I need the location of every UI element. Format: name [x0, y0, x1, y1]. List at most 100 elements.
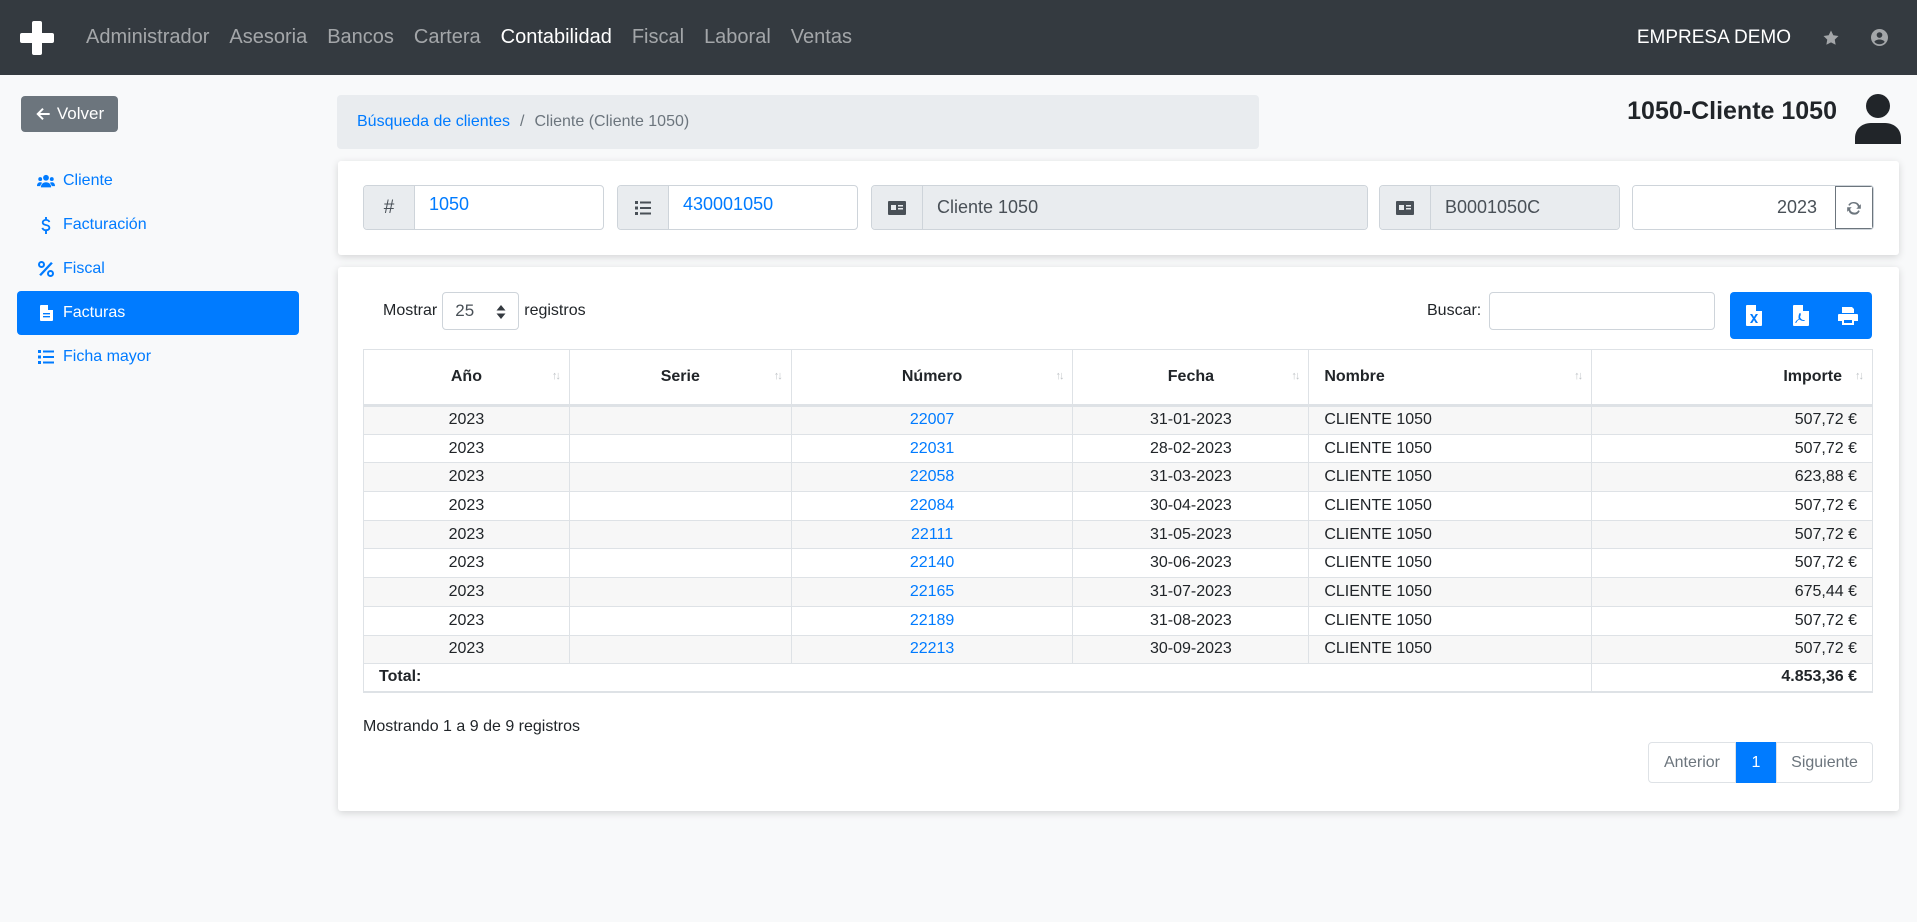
sidebar-item-facturas[interactable]: Facturas	[17, 291, 299, 335]
cell-number-link[interactable]: 22111	[790, 519, 1074, 550]
column-header-series[interactable]: Serie ↑↓	[568, 349, 792, 407]
cell-number-link[interactable]: 22140	[790, 548, 1074, 579]
cell-number-link[interactable]: 22031	[790, 433, 1074, 464]
page-size-select[interactable]: 25	[442, 292, 520, 330]
sidebar-item-cliente[interactable]: Cliente	[17, 159, 299, 203]
nav-link-cartera[interactable]: Cartera	[414, 26, 481, 49]
client-code-group: # 1050	[363, 185, 604, 230]
sidebar-item-fiscal[interactable]: Fiscal	[17, 247, 299, 291]
cell-date: 30-04-2023	[1072, 491, 1310, 521]
page-size-value: 25	[455, 301, 475, 320]
sort-icon: ↑↓	[1855, 370, 1864, 382]
column-header-number[interactable]: Número ↑↓	[790, 349, 1074, 407]
table-search: Buscar:	[1427, 292, 1716, 330]
sidebar-item-ficha-mayor[interactable]: Ficha mayor	[17, 335, 299, 379]
page-length-control: Mostrar 25 registros	[383, 292, 586, 330]
pagination-page-button[interactable]: 1	[1736, 742, 1776, 783]
search-input[interactable]	[1489, 292, 1716, 330]
breadcrumb: Búsqueda de clientes / Cliente (Cliente …	[337, 95, 1259, 149]
nav-link-ventas[interactable]: Ventas	[791, 26, 852, 49]
users-icon	[37, 173, 55, 189]
export-button-group	[1730, 292, 1872, 339]
table-row: 2023 22165 31-07-2023 CLIENTE 1050 675,44 €	[363, 577, 1873, 607]
cell-amount: 507,72 €	[1591, 405, 1873, 435]
cell-amount: 675,44 €	[1591, 577, 1873, 607]
table-row: 2023 22084 30-04-2023 CLIENTE 1050 507,72 €	[363, 491, 1873, 521]
pagination-next-button[interactable]: Siguiente	[1776, 742, 1873, 783]
user-circle-icon[interactable]	[1869, 28, 1889, 48]
nav-link-fiscal[interactable]: Fiscal	[632, 26, 684, 49]
cell-number-link[interactable]: 22165	[790, 577, 1074, 607]
table-row: 2023 22140 30-06-2023 CLIENTE 1050 507,72 €	[363, 548, 1873, 579]
cell-name: CLIENTE 1050	[1308, 605, 1593, 636]
column-header-name[interactable]: Nombre ↑↓	[1308, 349, 1593, 407]
print-icon	[1838, 306, 1859, 325]
top-navbar: Administrador Asesoria Bancos Cartera Contab…	[0, 0, 1917, 75]
cell-number-link[interactable]: 22189	[790, 605, 1074, 636]
table-total-row: Total: 4.853,36 €	[362, 663, 1873, 693]
column-header-date[interactable]: Fecha ↑↓	[1072, 349, 1310, 407]
column-header-year[interactable]: Año ↑↓	[363, 349, 570, 407]
sidebar-item-label: Facturación	[63, 216, 147, 233]
cell-name: CLIENTE 1050	[1308, 433, 1593, 464]
cell-year: 2023	[363, 405, 570, 435]
export-excel-button[interactable]	[1730, 292, 1777, 339]
cell-year: 2023	[363, 605, 570, 636]
nav-link-contabilidad[interactable]: Contabilidad	[501, 26, 612, 49]
nav-link-laboral[interactable]: Laboral	[704, 26, 771, 49]
cell-series	[568, 548, 792, 579]
cell-name: CLIENTE 1050	[1308, 491, 1593, 521]
column-header-amount[interactable]: Importe ↑↓	[1591, 349, 1873, 407]
invoices-table: Año ↑↓ Serie ↑↓ Número ↑↓ Fecha ↑↓ Nombre ↑↓ …	[362, 349, 1873, 693]
print-button[interactable]	[1825, 292, 1872, 339]
cell-amount: 507,72 €	[1591, 519, 1873, 550]
client-name-group: Cliente 1050	[871, 185, 1368, 230]
nav-link-administrador[interactable]: Administrador	[86, 26, 209, 49]
table-row: 2023 22031 28-02-2023 CLIENTE 1050 507,72 €	[363, 433, 1873, 464]
cell-date: 31-07-2023	[1072, 577, 1310, 607]
cell-amount: 507,72 €	[1591, 491, 1873, 521]
cell-year: 2023	[363, 491, 570, 521]
cell-name: CLIENTE 1050	[1308, 462, 1593, 493]
refresh-button[interactable]	[1835, 186, 1873, 229]
file-pdf-icon	[1792, 305, 1809, 326]
cell-number-link[interactable]: 22084	[790, 491, 1074, 521]
cell-year: 2023	[363, 634, 570, 665]
back-button[interactable]: Volver	[21, 96, 118, 132]
export-pdf-button[interactable]	[1777, 292, 1824, 339]
back-button-label: Volver	[56, 104, 105, 123]
table-row: 2023 22007 31-01-2023 CLIENTE 1050 507,72 €	[363, 405, 1873, 435]
pagination-previous-button[interactable]: Anterior	[1648, 742, 1736, 783]
nav-link-bancos[interactable]: Bancos	[327, 26, 394, 49]
cell-name: CLIENTE 1050	[1308, 634, 1593, 665]
cell-name: CLIENTE 1050	[1308, 519, 1593, 550]
cell-number-link[interactable]: 22213	[790, 634, 1074, 665]
client-name-field[interactable]: Cliente 1050	[923, 186, 1367, 229]
account-field[interactable]: 430001050	[669, 186, 857, 229]
refresh-icon	[1847, 201, 1861, 215]
user-avatar-icon	[1855, 94, 1901, 144]
star-icon[interactable]	[1821, 28, 1841, 48]
total-label: Total:	[362, 663, 1593, 693]
company-name[interactable]: EMPRESA DEMO	[1637, 27, 1791, 49]
tax-id-field[interactable]: B0001050C	[1431, 186, 1619, 229]
table-row: 2023 22189 31-08-2023 CLIENTE 1050 507,72 €	[363, 605, 1873, 636]
cell-number-link[interactable]: 22058	[790, 462, 1074, 493]
cell-date: 30-09-2023	[1072, 634, 1310, 665]
breadcrumb-link-busqueda[interactable]: Búsqueda de clientes	[357, 113, 510, 131]
year-field[interactable]: 2023	[1633, 186, 1835, 229]
nav-link-asesoria[interactable]: Asesoria	[229, 26, 307, 49]
sidebar-item-label: Ficha mayor	[63, 348, 152, 365]
cell-number-link[interactable]: 22007	[790, 405, 1074, 435]
brand-plus-logo[interactable]	[18, 19, 56, 57]
cell-year: 2023	[363, 433, 570, 464]
account-group: 430001050	[617, 185, 858, 230]
sidebar-item-facturacion[interactable]: Facturación	[17, 203, 299, 247]
total-value: 4.853,36 €	[1591, 663, 1873, 693]
cell-series	[568, 405, 792, 435]
client-code-field[interactable]: 1050	[415, 186, 603, 229]
cell-date: 28-02-2023	[1072, 433, 1310, 464]
invoices-card: Mostrar 25 registros Buscar: Año ↑↓ Serie…	[338, 267, 1899, 811]
cell-amount: 507,72 €	[1591, 433, 1873, 464]
show-label: Mostrar	[383, 302, 438, 319]
